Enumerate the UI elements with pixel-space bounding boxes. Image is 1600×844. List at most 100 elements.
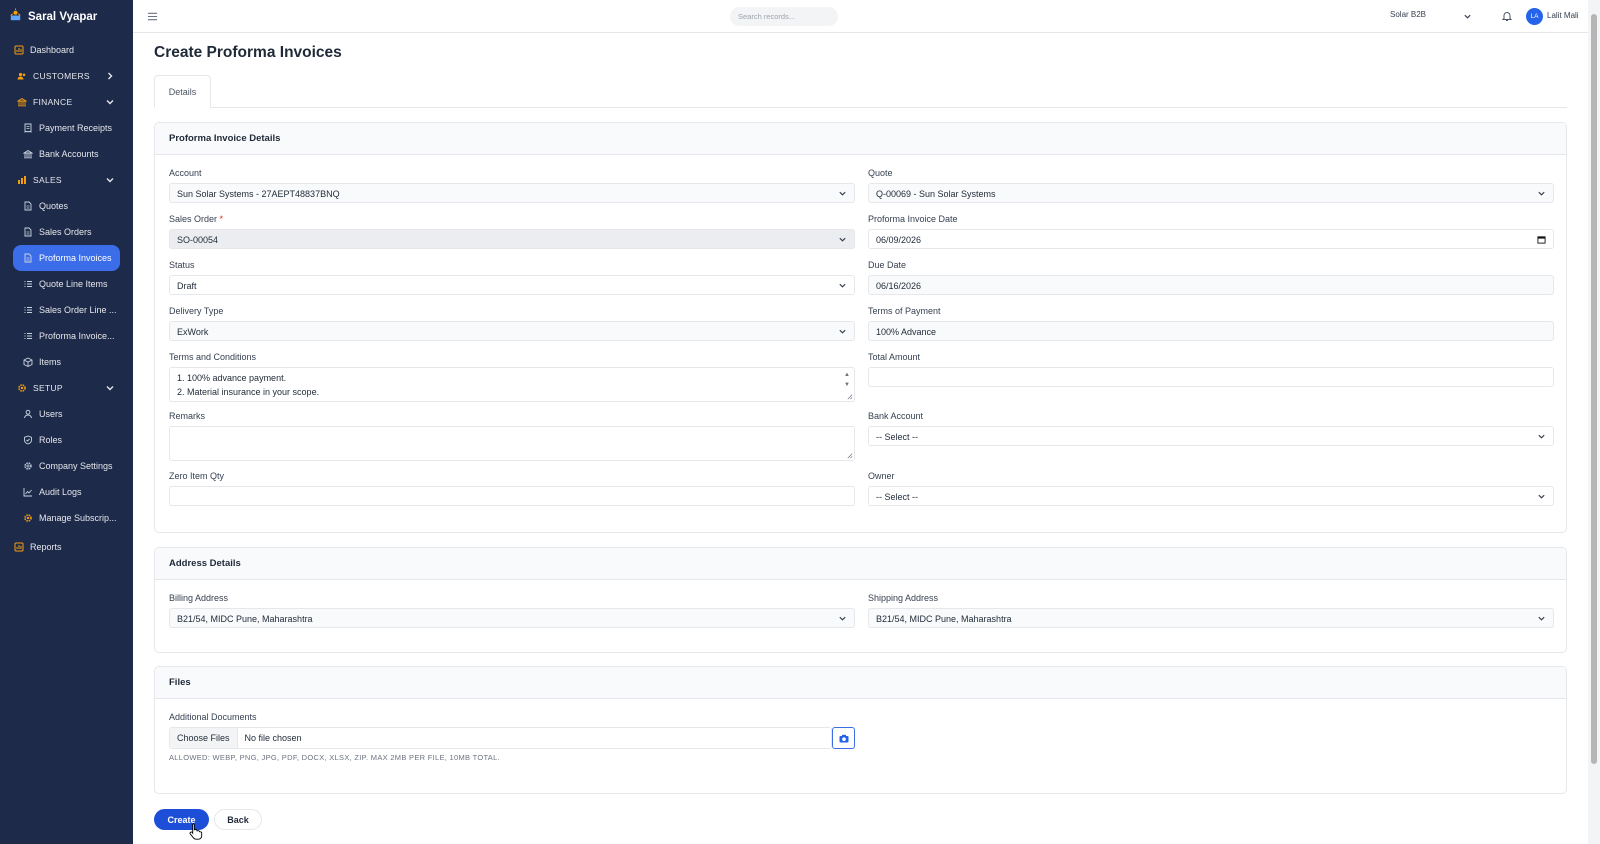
receipt-icon [23, 123, 33, 133]
quote-field: Quote Q-00069 - Sun Solar Systems [868, 168, 1554, 203]
chevron-down-icon[interactable] [1463, 12, 1472, 21]
settings-icon [23, 461, 33, 471]
chevron-down-icon [839, 237, 846, 242]
field-label: Remarks [169, 411, 206, 421]
sidebar-item-company-settings[interactable]: Company Settings [0, 453, 133, 479]
remarks-textarea[interactable] [169, 426, 855, 461]
line-chart-icon [23, 487, 33, 497]
remarks-field: Remarks [169, 411, 855, 461]
owner-field: Owner -- Select -- [868, 471, 1554, 506]
back-button[interactable]: Back [214, 809, 262, 830]
sidebar-item-label: Manage Subscrip... [39, 513, 117, 523]
sidebar-item-payment-receipts[interactable]: Payment Receipts [0, 115, 133, 141]
files-card: Files Additional Documents Choose Files … [154, 666, 1567, 794]
sidebar-item-quote-line-items[interactable]: Quote Line Items [0, 271, 133, 297]
menu-icon[interactable] [147, 11, 158, 22]
sidebar-item-label: Items [39, 357, 62, 367]
sidebar-item-proforma-invoices[interactable]: Proforma Invoices [13, 245, 120, 271]
brand[interactable]: Saral Vyapar [0, 0, 133, 33]
bell-icon[interactable] [1501, 10, 1513, 22]
field-label: Zero Item Qty [169, 471, 225, 481]
sidebar-item-reports[interactable]: Reports [0, 534, 133, 560]
select-value: -- Select -- [876, 492, 919, 502]
zero-item-qty-input[interactable] [169, 486, 855, 506]
shipping-address-select[interactable]: B21/54, MIDC Pune, Maharashtra [868, 608, 1554, 628]
avatar[interactable]: LA [1526, 8, 1543, 25]
chevron-down-icon[interactable] [105, 383, 115, 393]
sidebar-item-label: Roles [39, 435, 63, 445]
sidebar-section-sales[interactable]: SALES [0, 167, 133, 193]
shield-icon [23, 435, 33, 445]
page-scrollbar[interactable] [1588, 0, 1600, 844]
search-input[interactable]: Search records... [730, 7, 838, 26]
section-heading: Proforma Invoice Details [155, 123, 1566, 155]
sidebar-item-label: Quote Line Items [39, 279, 108, 289]
zero-item-qty-field: Zero Item Qty [169, 471, 855, 506]
topbar: Search records... Solar B2B LA Lalit Mal… [133, 0, 1588, 33]
sales-order-select[interactable]: SO-00054 [169, 229, 855, 249]
delivery-type-select[interactable]: ExWork [169, 321, 855, 341]
scroll-arrows-icon[interactable]: ▲ ▼ [844, 370, 850, 390]
logo-icon [8, 7, 23, 26]
account-select[interactable]: Sun Solar Systems - 27AEPT48837BNQ [169, 183, 855, 203]
chevron-down-icon[interactable] [105, 97, 115, 107]
field-label: Billing Address [169, 593, 229, 603]
sidebar-item-bank-accounts[interactable]: Bank Accounts [0, 141, 133, 167]
status-select[interactable]: Draft [169, 275, 855, 295]
field-label: Delivery Type [169, 306, 224, 316]
terms-line: 1. 100% advance payment. [177, 373, 287, 383]
chevron-right-icon[interactable] [105, 71, 115, 81]
sidebar-section-setup[interactable]: SETUP [0, 375, 133, 401]
camera-button[interactable] [832, 727, 855, 749]
file-input[interactable]: Choose Files No file chosen [169, 727, 832, 749]
terms-of-payment-input[interactable]: 100% Advance [868, 321, 1554, 341]
user-name[interactable]: Lalit Mali [1547, 11, 1579, 20]
choose-files-button[interactable]: Choose Files [170, 728, 238, 748]
select-value: SO-00054 [177, 235, 219, 245]
calendar-icon[interactable] [1537, 235, 1546, 244]
quote-select[interactable]: Q-00069 - Sun Solar Systems [868, 183, 1554, 203]
sidebar-item-manage-subscription[interactable]: Manage Subscrip... [0, 505, 133, 531]
terms-textarea[interactable]: 1. 100% advance payment. 2. Material ins… [169, 367, 855, 402]
sidebar-item-sales-order-line-items[interactable]: Sales Order Line ... [0, 297, 133, 323]
resize-grip-icon[interactable] [846, 452, 853, 459]
sidebar-item-dashboard[interactable]: Dashboard [0, 37, 133, 63]
billing-address-field: Billing Address B21/54, MIDC Pune, Mahar… [169, 593, 855, 628]
sidebar-item-users[interactable]: Users [0, 401, 133, 427]
scrollbar-thumb[interactable] [1591, 14, 1597, 764]
sidebar-section-customers[interactable]: CUSTOMERS [0, 63, 133, 89]
select-value: Sun Solar Systems - 27AEPT48837BNQ [177, 189, 340, 199]
tab-details[interactable]: Details [154, 75, 211, 108]
sidebar-item-roles[interactable]: Roles [0, 427, 133, 453]
sidebar-item-audit-logs[interactable]: Audit Logs [0, 479, 133, 505]
due-date-input[interactable]: 06/16/2026 [868, 275, 1554, 295]
chevron-down-icon [1538, 434, 1545, 439]
select-value: Q-00069 - Sun Solar Systems [876, 189, 996, 199]
list-icon [23, 279, 33, 289]
total-amount-input[interactable] [868, 367, 1554, 387]
sidebar-item-label: Sales Order Line ... [39, 305, 117, 315]
field-label: Due Date [868, 260, 907, 270]
sidebar-item-label: Audit Logs [39, 487, 82, 497]
sidebar-item-quotes[interactable]: Quotes [0, 193, 133, 219]
billing-address-select[interactable]: B21/54, MIDC Pune, Maharashtra [169, 608, 855, 628]
sidebar-item-sales-orders[interactable]: Sales Orders [0, 219, 133, 245]
bank-account-select[interactable]: -- Select -- [868, 426, 1554, 446]
chevron-down-icon[interactable] [105, 175, 115, 185]
select-value: ExWork [177, 327, 209, 337]
section-heading: Address Details [155, 548, 1566, 580]
chevron-down-icon [1538, 494, 1545, 499]
sidebar-item-items[interactable]: Items [0, 349, 133, 375]
org-selector[interactable]: Solar B2B [1390, 10, 1426, 19]
owner-select[interactable]: -- Select -- [868, 486, 1554, 506]
user-icon [23, 409, 33, 419]
sidebar-item-label: Proforma Invoices [39, 253, 112, 263]
chevron-down-icon [839, 283, 846, 288]
field-label: Proforma Invoice Date [868, 214, 958, 224]
pi-date-input[interactable]: 06/09/2026 [868, 229, 1554, 249]
gear-icon [23, 513, 33, 523]
shipping-address-field: Shipping Address B21/54, MIDC Pune, Maha… [868, 593, 1554, 628]
sidebar-item-proforma-invoice-line-items[interactable]: Proforma Invoice... [0, 323, 133, 349]
sidebar-section-finance[interactable]: FINANCE [0, 89, 133, 115]
resize-grip-icon[interactable] [846, 393, 853, 400]
